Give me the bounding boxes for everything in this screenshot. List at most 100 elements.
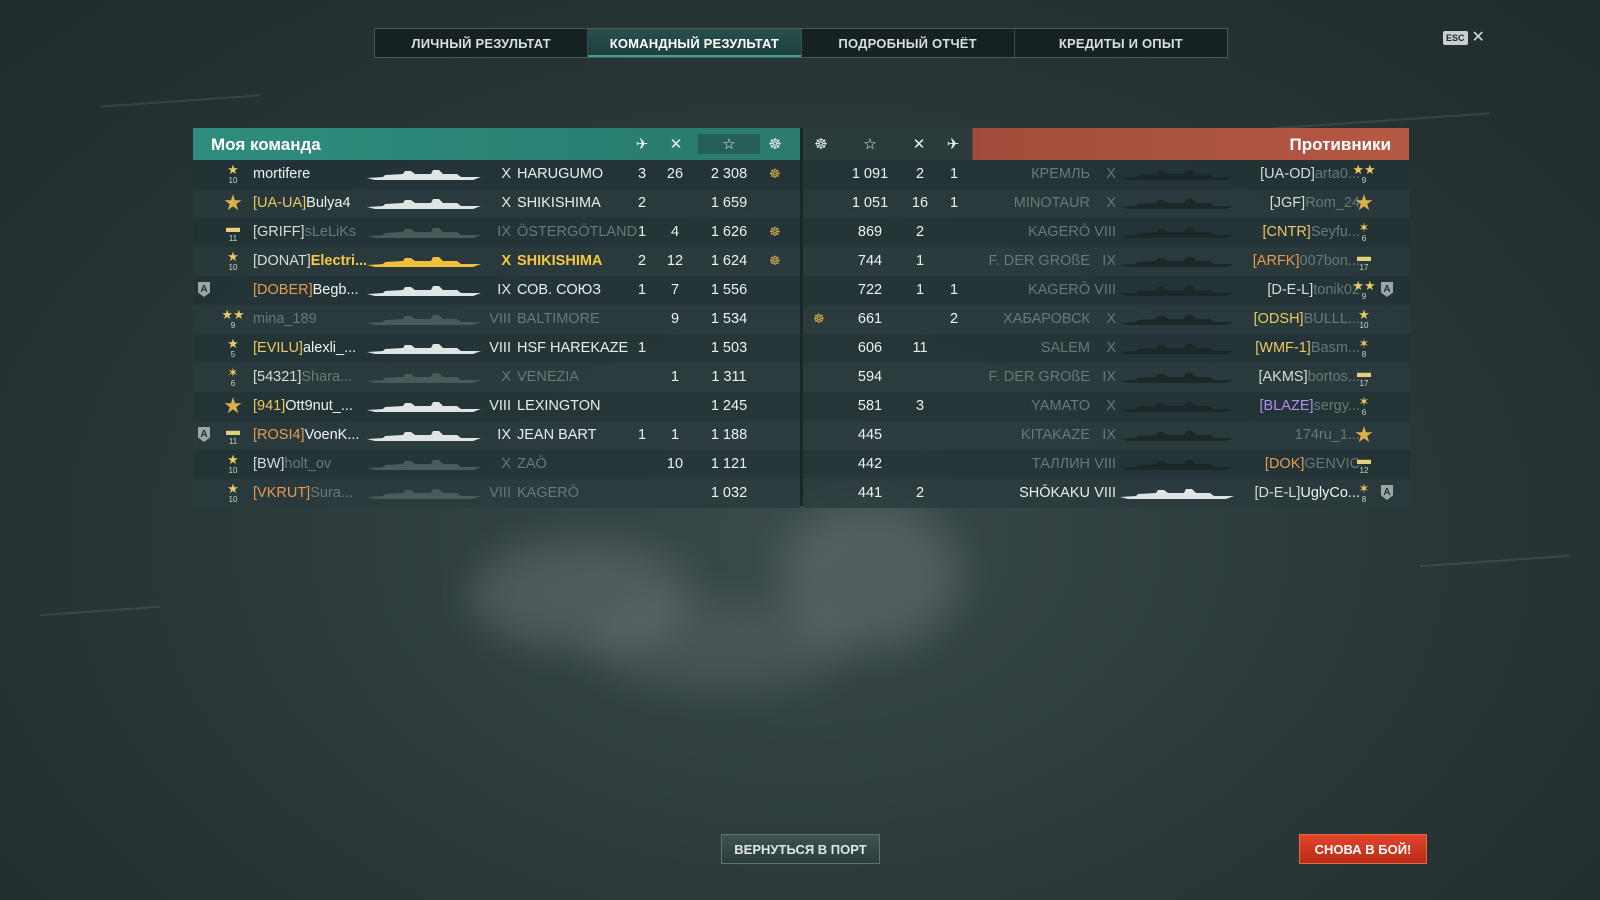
my-team-player-row[interactable]: ★ 10 [VKRUT]Sura... VIII KAGERŌ 1 032 — [193, 479, 800, 508]
my-team-player-row[interactable]: ★★ 9 mina_189 VIII BALTIMORE 9 1 534 — [193, 305, 800, 334]
ship-silhouette-icon — [365, 197, 483, 211]
ship-silhouette-icon — [365, 313, 483, 327]
player-name: [DONAT]Electri... — [253, 253, 367, 269]
ship-tier: IX — [1102, 369, 1116, 385]
ship-tier: VIII — [489, 398, 511, 414]
ship-silhouette-icon — [365, 429, 483, 443]
clan-tag: [UA-OD] — [1260, 166, 1315, 182]
enemy-player-row[interactable]: 744 1 F. DER GROßE IX [ARFK]007bon... ▬ 1… — [803, 247, 1410, 276]
player-name: mortifere — [253, 166, 310, 182]
clan-tag: [54321] — [253, 369, 302, 385]
battle-again-button[interactable]: СНОВА В БОЙ! — [1299, 834, 1427, 864]
clan-tag: [D-E-L] — [1254, 485, 1301, 501]
rank-level: 9 — [230, 321, 236, 330]
enemy-player-row[interactable]: 594 F. DER GROßE IX [AKMS]bortos... ▬ 17 — [803, 363, 1410, 392]
player-name: [BLAZE]sergy... — [1260, 398, 1360, 414]
enemy-player-row[interactable]: ☸ 661 2 ХАБАРОВСК X [ODSH]BULLL... ★ 10 — [803, 305, 1410, 334]
clan-tag: [BLAZE] — [1259, 398, 1314, 414]
my-team-player-row[interactable]: ★ 10 [BW]holt_ov X ZAŌ 10 1 121 — [193, 450, 800, 479]
ship-tier: IX — [1102, 253, 1116, 269]
player-nick: holt_ov — [284, 456, 332, 472]
ship-name: VENEZIA — [517, 369, 580, 385]
planes-shot-count: 1 — [949, 195, 959, 211]
base-xp: 606 — [857, 340, 883, 356]
my-team-header: Моя команда ✈ ✕ ☆ ☸ — [193, 128, 801, 160]
rank-icon: ▬ 12 — [1351, 452, 1377, 477]
enemy-player-row[interactable]: 869 2 KAGERŌ VIII [CNTR]Seyfu... ✶ 6 — [803, 218, 1410, 247]
close-button[interactable]: ESC ✕ — [1443, 30, 1485, 46]
planes-shot-count: 1 — [637, 427, 647, 443]
rank-level: 10 — [228, 176, 238, 185]
rank-level: 10 — [228, 466, 238, 475]
frags-count: 11 — [912, 340, 928, 356]
clan-tag: [BW] — [253, 456, 285, 472]
base-xp: 581 — [857, 398, 883, 414]
my-team-player-row[interactable]: ★ [941]Ott9nut_... VIII LEXINGTON 1 245 — [193, 392, 800, 421]
player-name: [UA-OD]arta0... — [1260, 166, 1360, 182]
player-nick: Begb... — [312, 282, 359, 298]
frags-count: 4 — [670, 224, 680, 240]
player-name: [UA-UA]Bulya4 — [253, 195, 351, 211]
ship-name: SHIKISHIMA — [517, 253, 603, 269]
ship-tier: VIII — [1094, 485, 1116, 501]
wave-streak — [40, 605, 160, 617]
ship-silhouette-icon — [365, 400, 483, 414]
my-team-player-row[interactable]: ★ [UA-UA]Bulya4 X SHIKISHIMA 2 1 659 — [193, 189, 800, 218]
rank-level: 10 — [1359, 321, 1369, 330]
clan-tag: [ARFK] — [1252, 253, 1300, 269]
rank-icon: ★★ 9 — [221, 307, 245, 330]
premium-badge-icon: A — [1381, 282, 1393, 297]
enemy-player-row[interactable]: 581 3 YAMATO X [BLAZE]sergy... ✶ 6 — [803, 392, 1410, 421]
enemy-player-row[interactable]: 1 091 2 1 КРЕМЛЬ X [UA-OD]arta0... ★★ 9 — [803, 160, 1410, 189]
enemy-player-row[interactable]: 1 051 16 1 MINOTAUR X [JGF]Rom_24 ★ — [803, 189, 1410, 218]
ship-tier: VIII — [1094, 282, 1116, 298]
my-team-player-row[interactable]: A ▬ 11 [ROSI4]VoenK... IX JEAN BART 1 1 1… — [193, 421, 800, 450]
enemy-player-row[interactable]: 606 11 SALEM X [WMF-1]Basm... ✶ 8 — [803, 334, 1410, 363]
ship-name: YAMATO — [1031, 398, 1090, 414]
player-name: [CNTR]Seyfu... — [1262, 224, 1360, 240]
table-row: ★ 10 mortifere X HARUGUMO 3 26 2 308 ☸ 1 … — [193, 160, 1410, 189]
frags-count: 12 — [666, 253, 684, 269]
table-row: ★ 5 [EVILU]alexli_... VIII HSF HAREKAZE 1… — [193, 334, 1410, 363]
tab-team-result[interactable]: КОМАНДНЫЙ РЕЗУЛЬТАТ — [588, 29, 802, 57]
ship-silhouette-icon — [365, 487, 483, 501]
player-nick: VoenK... — [304, 427, 360, 443]
clan-tag: [AKMS] — [1258, 369, 1308, 385]
enemy-player-row[interactable]: 441 2 SHŌKAKU VIII [D-E-L]UglyCo... ✶ 8 A — [803, 479, 1410, 508]
base-xp: 442 — [857, 456, 883, 472]
premium-badge-icon: A — [198, 427, 210, 442]
my-team-player-row[interactable]: ✶ 6 [54321]Shara... X VENEZIA 1 1 311 — [193, 363, 800, 392]
rank-icon: ★ 10 — [220, 163, 246, 187]
table-row: ★ 10 [BW]holt_ov X ZAŌ 10 1 121 442 ТАЛЛИ… — [193, 450, 1410, 479]
esc-key-hint: ESC — [1443, 31, 1468, 45]
rank-icon: ★ 10 — [220, 453, 246, 477]
rank-level: 17 — [1359, 379, 1369, 388]
ship-name: KAGERŌ — [517, 485, 580, 501]
frags-count: 9 — [670, 311, 680, 327]
enemy-team-header: ☸ ☆ ✕ ✈ Противники — [803, 128, 1409, 160]
base-xp: 661 — [857, 311, 883, 327]
my-team-player-row[interactable]: ★ 5 [EVILU]alexli_... VIII HSF HAREKAZE 1… — [193, 334, 800, 363]
tab-detailed-report[interactable]: ПОДРОБНЫЙ ОТЧЁТ — [802, 29, 1015, 57]
rank-level: 17 — [1359, 263, 1369, 272]
return-to-port-button[interactable]: ВЕРНУТЬСЯ В ПОРТ — [721, 834, 880, 864]
enemy-player-row[interactable]: 722 1 1 KAGERŌ VIII [D-E-L]tonik02 ★★ 9 A — [803, 276, 1410, 305]
ship-tier: VIII — [489, 311, 511, 327]
clan-tag: [CNTR] — [1262, 224, 1311, 240]
my-team-player-row[interactable]: ▬ 11 [GRIFF]sLeLiKs IX ÖSTERGÖTLAND 1 4 1… — [193, 218, 800, 247]
tab-personal-result[interactable]: ЛИЧНЫЙ РЕЗУЛЬТАТ — [375, 29, 589, 57]
base-capture-icon: ☸ — [769, 253, 781, 268]
frags-count: 2 — [915, 224, 925, 240]
ship-silhouette-icon — [365, 284, 483, 298]
player-nick: Sura... — [310, 485, 353, 501]
my-team-player-row[interactable]: ★ 10 mortifere X HARUGUMO 3 26 2 308 ☸ — [193, 160, 800, 189]
ship-tier: X — [501, 456, 511, 472]
rank-icon: ★ 10 — [220, 250, 246, 274]
enemy-player-row[interactable]: 442 ТАЛЛИН VIII [DOK]GENVIC ▬ 12 — [803, 450, 1410, 479]
enemy-player-row[interactable]: 445 KITAKAZE IX 174ru_1... ★ — [803, 421, 1410, 450]
my-team-player-row[interactable]: A [DOBER]Begb... IX СОВ. СОЮЗ 1 7 1 556 — [193, 276, 800, 305]
tab-credits-xp[interactable]: КРЕДИТЫ И ОПЫТ — [1015, 29, 1227, 57]
base-xp: 1 245 — [710, 398, 748, 414]
my-team-player-row[interactable]: ★ 10 [DONAT]Electri... X SHIKISHIMA 2 12 … — [193, 247, 800, 276]
rank-icon: ▬ 11 — [220, 423, 246, 448]
